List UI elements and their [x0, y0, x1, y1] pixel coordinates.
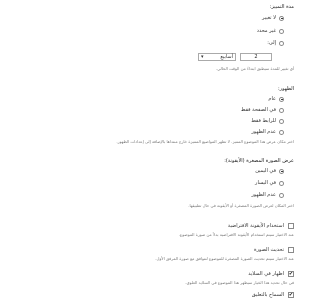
display-title: الظهور:	[277, 86, 294, 92]
image-option-label: عدم الظهور	[251, 192, 276, 198]
radio-page-only[interactable]	[279, 107, 284, 113]
display-option-hidden[interactable]: عدم الظهور	[251, 129, 284, 135]
display-option-label: في الصفحة فقط	[240, 107, 276, 113]
checkbox-label: تحديث الصورة	[254, 247, 284, 253]
duration-option-label: إلى:	[267, 40, 276, 46]
thread-feature-settings: مدة التمييز: لا تغيير غير محدد إلى: 2 أس…	[0, 0, 300, 303]
checkbox-label: استخدام الأيقونة الافتراضية	[227, 223, 284, 229]
radio-image-left[interactable]	[279, 180, 284, 186]
duration-option-label: لا تغيير	[261, 15, 276, 21]
duration-unit-select[interactable]: أسابيع ▾	[198, 53, 236, 61]
display-option-public[interactable]: عام	[268, 96, 284, 102]
radio-until[interactable]	[279, 40, 284, 46]
duration-option-no-change[interactable]: لا تغيير	[262, 15, 284, 21]
image-option-label: في اليمين	[255, 168, 276, 174]
display-option-label: عدم الظهور	[251, 129, 276, 135]
display-option-label: للرابط فقط	[251, 118, 276, 124]
image-option-hidden[interactable]: عدم الظهور	[251, 192, 284, 198]
radio-image-right[interactable]	[279, 168, 284, 174]
chevron-down-icon: ▾	[201, 54, 204, 60]
show-slider-description: في حال تحديد هذا الخيار سيظهر هذا الموضو…	[185, 280, 294, 285]
image-option-left[interactable]: في اليسار	[255, 180, 284, 186]
update-image-checkbox[interactable]	[288, 247, 294, 253]
display-option-label: عام	[268, 96, 276, 102]
allow-comments-checkbox[interactable]: ✔	[288, 292, 294, 298]
duration-option-until[interactable]: إلى:	[267, 40, 284, 46]
checkbox-label: اظهار في السلايد	[248, 271, 284, 277]
radio-image-hidden[interactable]	[279, 192, 284, 198]
duration-unit-value: أسابيع	[220, 54, 233, 60]
display-description: اختر مكان عرض هذا الموضوع المميز. لا تظه…	[116, 139, 294, 144]
radio-hidden[interactable]	[279, 129, 284, 135]
radio-no-change[interactable]	[279, 15, 284, 21]
default-icon-description: عند الاختيار سيتم استخدام الأيقونة الافت…	[178, 232, 294, 237]
display-option-link-only[interactable]: للرابط فقط	[251, 118, 284, 124]
radio-link-only[interactable]	[279, 118, 284, 124]
image-option-label: في اليسار	[255, 180, 276, 186]
checkmark-icon: ✔	[288, 270, 294, 277]
duration-description: أي تغيير للمدة سيطبق ابتداءً من الوقت ال…	[215, 66, 294, 71]
display-option-page-only[interactable]: في الصفحة فقط	[241, 107, 284, 113]
update-image-checkbox-row[interactable]: تحديث الصورة	[254, 247, 294, 253]
default-icon-checkbox[interactable]	[288, 223, 294, 229]
default-icon-checkbox-row[interactable]: استخدام الأيقونة الافتراضية	[228, 223, 294, 229]
show-slider-checkbox-row[interactable]: ✔ اظهار في السلايد	[248, 271, 294, 277]
image-title: عرض الصورة المصغرة (الأيقونة):	[224, 158, 294, 164]
radio-public[interactable]	[279, 96, 284, 102]
duration-number-input[interactable]: 2	[240, 53, 272, 61]
show-slider-checkbox[interactable]: ✔	[288, 271, 294, 277]
image-description: اختر المكان لعرض الصورة المصغرة أو الأيق…	[188, 203, 294, 208]
checkbox-label: السماح بالتعليق	[251, 292, 284, 298]
update-image-description: عند الاختيار سيتم تحديث الصورة المصغرة ل…	[155, 256, 294, 261]
allow-comments-checkbox-row[interactable]: ✔ السماح بالتعليق	[252, 292, 294, 298]
checkmark-icon: ✔	[288, 291, 294, 298]
duration-option-label: غير محدد	[256, 28, 276, 34]
image-option-right[interactable]: في اليمين	[255, 168, 284, 174]
duration-title: مدة التمييز:	[269, 4, 294, 10]
radio-unlimited[interactable]	[279, 28, 284, 34]
duration-option-unlimited[interactable]: غير محدد	[257, 28, 284, 34]
